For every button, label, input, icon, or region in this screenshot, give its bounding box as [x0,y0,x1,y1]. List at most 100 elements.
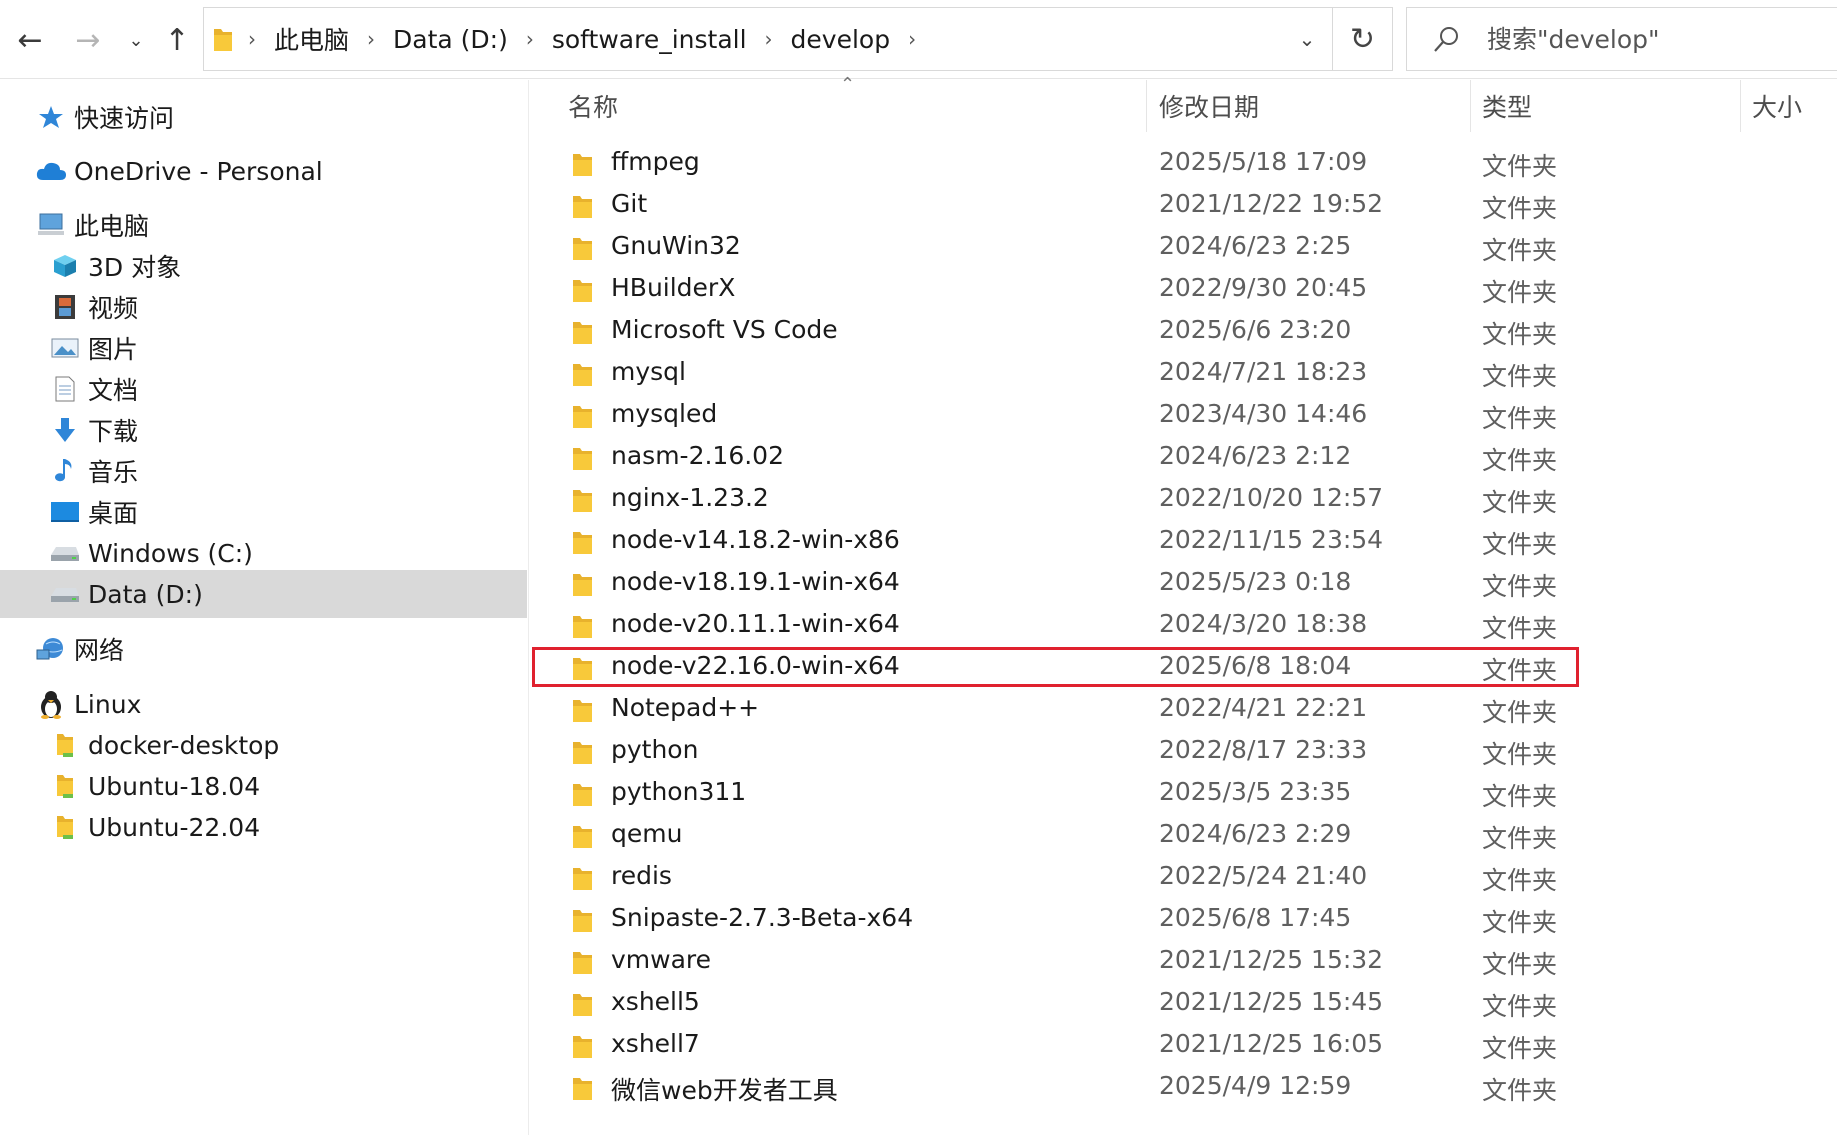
column-header-name[interactable]: 名称 [568,80,1148,132]
table-row[interactable]: xshell52021/12/25 15:45文件夹 [530,982,1837,1024]
sidebar-item-label: 音乐 [88,453,138,489]
file-name: Snipaste-2.7.3-Beta-x64 [611,903,913,932]
chevron-down-icon: ⌄ [1299,27,1316,51]
film-icon [48,290,82,324]
table-row[interactable]: GnuWin322024/6/23 2:25文件夹 [530,226,1837,268]
column-header-type[interactable]: 类型 [1482,80,1742,132]
table-row[interactable]: vmware2021/12/25 15:32文件夹 [530,940,1837,982]
folder-icon [572,697,594,725]
table-row[interactable]: node-v22.16.0-win-x642025/6/8 18:04文件夹 [530,646,1837,688]
file-name: node-v18.19.1-win-x64 [611,567,900,596]
file-type: 文件夹 [1482,693,1557,729]
chevron-right-icon[interactable]: › [765,27,773,51]
cloud-icon [34,154,68,188]
chevron-right-icon[interactable]: › [908,27,916,51]
refresh-button[interactable]: ↻ [1332,8,1392,70]
sidebar-item-label: 网络 [74,631,124,667]
forward-button[interactable]: → [66,18,110,62]
recent-locations-button[interactable]: ⌄ [114,18,158,62]
table-row[interactable]: node-v18.19.1-win-x642025/5/23 0:18文件夹 [530,562,1837,604]
table-row[interactable]: Snipaste-2.7.3-Beta-x642025/6/8 17:45文件夹 [530,898,1837,940]
file-type: 文件夹 [1482,231,1557,267]
breadcrumb-item[interactable]: 此电脑 [274,19,349,59]
back-button[interactable]: ← [8,18,52,62]
file-modified-date: 2024/7/21 18:23 [1159,357,1367,386]
file-type: 文件夹 [1482,609,1557,645]
file-modified-date: 2021/12/25 15:32 [1159,945,1383,974]
chevron-right-icon[interactable]: › [526,27,534,51]
penguin-icon [34,687,68,721]
column-header-size[interactable]: 大小 [1752,80,1832,132]
table-row[interactable]: nginx-1.23.22022/10/20 12:57文件夹 [530,478,1837,520]
table-row[interactable]: 微信web开发者工具2025/4/9 12:59文件夹 [530,1066,1837,1108]
file-name: mysql [611,357,686,386]
chevron-right-icon[interactable]: › [367,27,375,51]
sidebar-item[interactable]: OneDrive - Personal [0,147,527,195]
search-box[interactable] [1406,7,1837,71]
file-modified-date: 2022/4/21 22:21 [1159,693,1367,722]
sidebar-item[interactable]: 网络 [0,625,527,673]
breadcrumb-item[interactable]: Data (D:) [393,23,508,56]
sidebar-item-label: 桌面 [88,494,138,530]
drive-icon [48,536,82,570]
table-row[interactable]: mysql2024/7/21 18:23文件夹 [530,352,1837,394]
file-modified-date: 2025/5/18 17:09 [1159,147,1367,176]
breadcrumb-item[interactable]: develop [791,23,891,56]
up-button[interactable]: ↑ [155,18,199,62]
file-type: 文件夹 [1482,1029,1557,1065]
file-type: 文件夹 [1482,189,1557,225]
table-row[interactable]: redis2022/5/24 21:40文件夹 [530,856,1837,898]
file-modified-date: 2021/12/25 16:05 [1159,1029,1383,1058]
table-row[interactable]: python3112025/3/5 23:35文件夹 [530,772,1837,814]
table-row[interactable]: node-v20.11.1-win-x642024/3/20 18:38文件夹 [530,604,1837,646]
column-divider[interactable] [1146,80,1147,132]
address-dropdown-button[interactable]: ⌄ [1282,8,1332,70]
sidebar-item[interactable]: 快速访问 [0,93,527,141]
column-divider[interactable] [1470,80,1471,132]
address-bar[interactable]: ›此电脑›Data (D:)›software_install›develop›… [203,7,1393,71]
sidebar-item-label: Ubuntu-18.04 [88,772,260,801]
search-input[interactable] [1487,20,1827,58]
file-modified-date: 2022/10/20 12:57 [1159,483,1383,512]
picture-icon [48,331,82,365]
folder-icon [572,1075,594,1103]
table-row[interactable]: Notepad++ 2022/4/21 22:21 文件夹 [530,688,1837,730]
column-header-date[interactable]: 修改日期 [1159,80,1469,132]
sidebar-item[interactable]: Data (D:) [0,570,527,618]
breadcrumb-item[interactable]: software_install [552,23,747,56]
table-row[interactable]: HBuilderX2022/9/30 20:45文件夹 [530,268,1837,310]
file-name: nasm-2.16.02 [611,441,784,470]
breadcrumb: › 此电脑 › Data (D:) › software_install › develop › [244,8,934,70]
table-row[interactable]: Microsoft VS Code2025/6/6 23:20文件夹 [530,310,1837,352]
column-divider[interactable] [1740,80,1741,132]
download-icon [48,413,82,447]
table-row[interactable]: qemu2024/6/23 2:29文件夹 [530,814,1837,856]
file-type: 文件夹 [1482,777,1557,813]
table-row[interactable]: mysqled2023/4/30 14:46文件夹 [530,394,1837,436]
address-toolbar: ← → ⌄ ↑ ›此电脑›Data (D:)›software_install›… [0,0,1837,79]
file-name: vmware [611,945,711,974]
folder-icon [572,487,594,515]
file-type: 文件夹 [1482,903,1557,939]
table-row[interactable]: Git2021/12/22 19:52文件夹 [530,184,1837,226]
table-row[interactable]: python2022/8/17 23:33文件夹 [530,730,1837,772]
file-type: 文件夹 [1482,1071,1557,1107]
table-row[interactable]: xshell72021/12/25 16:05文件夹 [530,1024,1837,1066]
file-modified-date: 2022/9/30 20:45 [1159,273,1367,302]
folder-icon [572,991,594,1019]
refresh-icon: ↻ [1350,22,1375,57]
sidebar-item-label: 视频 [88,289,138,325]
folder-icon [212,26,234,54]
table-row[interactable]: ffmpeg2025/5/18 17:09文件夹 [530,142,1837,184]
file-name: 微信web开发者工具 [611,1071,838,1107]
file-name: python311 [611,777,746,806]
table-row[interactable]: node-v14.18.2-win-x862022/11/15 23:54文件夹 [530,520,1837,562]
chevron-down-icon: ⌄ [128,30,143,51]
file-modified-date: 2021/12/25 15:45 [1159,987,1383,1016]
file-type: 文件夹 [1482,735,1557,771]
file-name: Notepad++ [611,693,759,722]
chevron-right-icon[interactable]: › [248,27,256,51]
table-row[interactable]: nasm-2.16.022024/6/23 2:12文件夹 [530,436,1837,478]
desktop-icon [48,495,82,529]
sidebar-item[interactable]: Ubuntu-22.04 [0,803,527,851]
